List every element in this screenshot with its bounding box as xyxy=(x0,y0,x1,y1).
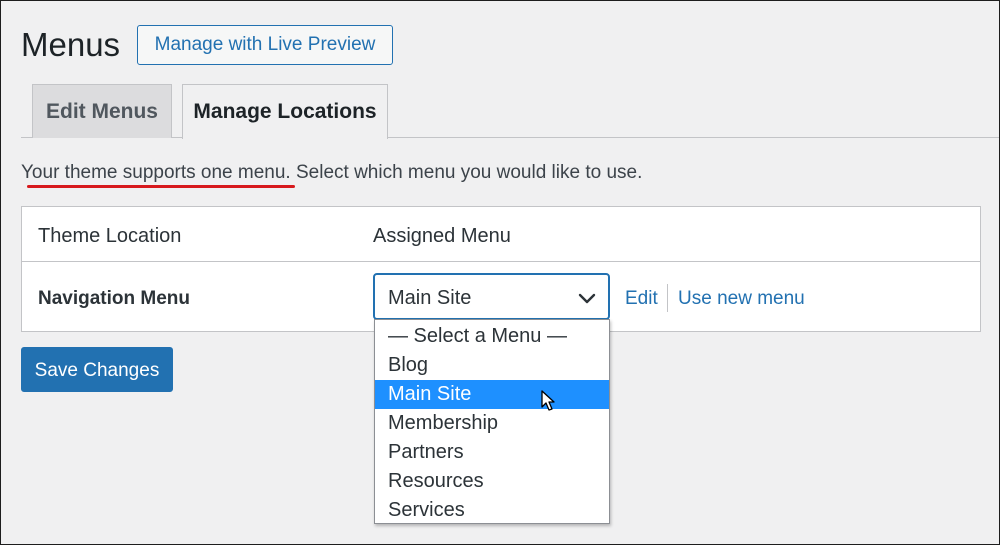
dropdown-option[interactable]: Partners xyxy=(375,438,609,467)
assigned-menu-select[interactable]: Main Site xyxy=(373,273,610,320)
intro-text: Your theme supports one menu. Select whi… xyxy=(21,160,642,186)
manage-live-preview-button[interactable]: Manage with Live Preview xyxy=(137,25,393,65)
dropdown-option[interactable]: Membership xyxy=(375,409,609,438)
dropdown-option[interactable]: Resources xyxy=(375,467,609,496)
select-current-value: Main Site xyxy=(388,287,472,309)
chevron-down-icon xyxy=(578,293,596,304)
column-header-assigned-menu: Assigned Menu xyxy=(373,225,511,247)
intro-rest-text: . Select which menu you would like to us… xyxy=(285,162,643,183)
page-title: Menus xyxy=(21,26,121,63)
edit-menu-link[interactable]: Edit xyxy=(625,287,658,311)
red-underline-annotation xyxy=(27,185,295,188)
table-row-divider xyxy=(22,261,980,262)
mouse-pointer-icon xyxy=(541,390,555,411)
dropdown-option[interactable]: — Select a Menu — xyxy=(375,322,609,351)
save-changes-button[interactable]: Save Changes xyxy=(21,347,173,392)
tab-manage-locations[interactable]: Manage Locations xyxy=(182,84,388,139)
tab-edit-menus[interactable]: Edit Menus xyxy=(32,84,172,138)
menu-dropdown-list: — Select a Menu — Blog Main Site Membership… xyxy=(374,319,610,524)
intro-underlined-text: Your theme supports one menu xyxy=(21,162,286,183)
dropdown-option[interactable]: Blog xyxy=(375,351,609,380)
column-header-theme-location: Theme Location xyxy=(38,225,182,247)
use-new-menu-link[interactable]: Use new menu xyxy=(678,287,805,311)
dropdown-option[interactable]: Main Site xyxy=(375,380,609,409)
link-separator xyxy=(667,284,668,312)
location-label-navigation-menu: Navigation Menu xyxy=(38,288,191,309)
dropdown-option[interactable]: Services xyxy=(375,496,609,525)
